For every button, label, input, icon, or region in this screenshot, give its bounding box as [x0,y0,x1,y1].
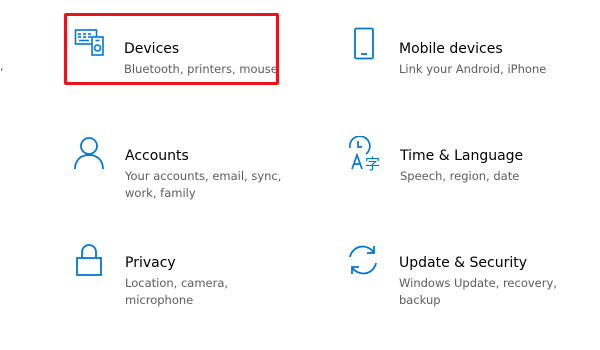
mobile-phone-icon [351,27,385,61]
tile-time-language[interactable]: 字 Time & Language Speech, region, date [342,116,592,206]
tile-update-security[interactable]: Update & Security Windows Update, recove… [341,223,591,313]
tile-title: Privacy [125,255,176,271]
tile-description: Link your Android, iPhone [399,62,547,76]
settings-grid: , Devices Bluetooth, printers, mouse Mob… [0,0,600,350]
tile-description: Speech, region, date [400,169,520,183]
tile-title: Mobile devices [399,41,503,57]
tile-title: Accounts [125,148,189,164]
tile-accounts[interactable]: Accounts Your accounts, email, sync, wor… [67,116,317,206]
tile-title: Update & Security [399,255,528,271]
svg-text:字: 字 [365,155,380,172]
edge-mark: , [0,60,4,73]
tile-description: Windows Update, recovery, backup [399,276,557,307]
tile-privacy[interactable]: Privacy Location, camera, microphone [67,223,317,313]
tile-mobile-devices[interactable]: Mobile devices Link your Android, iPhone [341,9,591,99]
sync-arrows-icon [345,243,379,277]
person-icon [73,136,107,170]
selection-highlight [64,13,279,85]
lock-icon [75,243,109,277]
time-language-icon: 字 [346,136,380,172]
tile-title: Time & Language [400,148,524,164]
tile-description: Location, camera, microphone [125,276,229,307]
tile-description: Your accounts, email, sync, work, family [125,169,282,200]
